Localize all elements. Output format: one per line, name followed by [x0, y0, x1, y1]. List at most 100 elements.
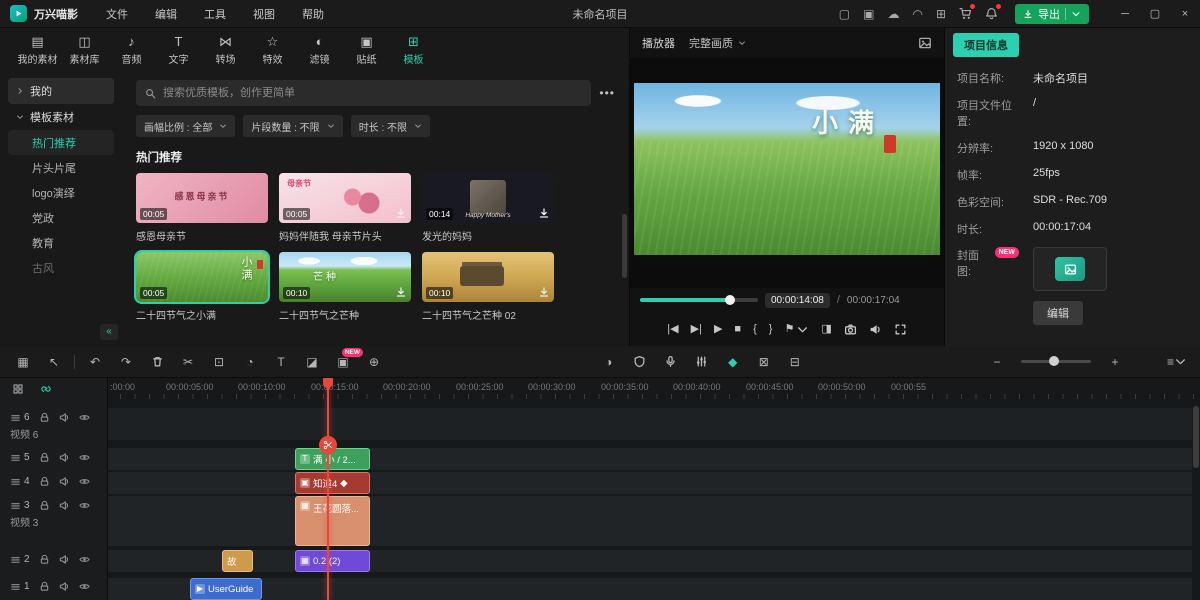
set-cover-button[interactable]	[1055, 257, 1085, 281]
template-thumbnail[interactable]: 芒种 00:10	[279, 252, 411, 302]
notifications-icon[interactable]	[985, 7, 998, 20]
minimize-button[interactable]: ─	[1110, 0, 1140, 28]
delete-icon[interactable]	[146, 351, 168, 373]
eye-icon[interactable]	[79, 500, 90, 511]
marker-button[interactable]: ⚑	[784, 323, 809, 336]
timeline-ruler[interactable]: :00:00 00:00:05:00 00:00:10:00 00:00:15:…	[108, 378, 1200, 400]
cloud-upload-icon[interactable]: ☁	[887, 8, 899, 20]
browser-scrollbar[interactable]	[622, 214, 627, 278]
sticker-icon[interactable]: ▣NEW	[332, 351, 354, 373]
audio-mixer-icon[interactable]	[691, 351, 713, 373]
eye-icon[interactable]	[79, 554, 90, 565]
fullscreen-button[interactable]	[894, 323, 907, 336]
project-info-tab[interactable]: 项目信息	[953, 33, 1019, 57]
playhead[interactable]	[327, 378, 329, 600]
menu-tools[interactable]: 工具	[204, 6, 226, 22]
download-icon[interactable]	[537, 207, 551, 221]
export-caret-icon[interactable]	[1071, 9, 1081, 19]
lock-icon[interactable]	[39, 500, 50, 511]
speaker-icon[interactable]	[59, 581, 70, 592]
search-input[interactable]	[163, 87, 582, 99]
lock-icon[interactable]	[39, 412, 50, 423]
lock-icon[interactable]	[39, 452, 50, 463]
sidebar-item-hot[interactable]: 热门推荐	[8, 130, 114, 155]
layout-panels-icon[interactable]: ▢	[839, 8, 850, 20]
compare-view-button[interactable]: ◨	[821, 324, 831, 335]
eye-icon[interactable]	[79, 476, 90, 487]
lock-icon[interactable]	[39, 554, 50, 565]
support-icon[interactable]: ◠	[912, 8, 922, 20]
split-scissors-icon[interactable]: ✂	[177, 351, 199, 373]
add-text-icon[interactable]: T	[270, 351, 292, 373]
volume-button[interactable]	[869, 323, 882, 336]
save-project-icon[interactable]: ▣	[863, 8, 874, 20]
snap-grid-icon[interactable]	[12, 383, 24, 395]
tab-templates[interactable]: ⊞模板	[390, 35, 437, 66]
sidebar-item-education[interactable]: 教育	[8, 230, 114, 255]
menu-edit[interactable]: 编辑	[155, 6, 177, 22]
link-clips-icon[interactable]	[40, 383, 52, 395]
download-icon[interactable]	[537, 286, 551, 300]
sidebar-group-mine[interactable]: 我的	[8, 78, 114, 104]
template-thumbnail-selected[interactable]: 小满 00:05	[136, 252, 268, 302]
tab-stock-media[interactable]: ◫素材库	[61, 35, 108, 66]
scrollbar-thumb[interactable]	[1193, 406, 1199, 468]
tab-filters[interactable]: ◐滤镜	[296, 35, 343, 66]
eye-icon[interactable]	[79, 452, 90, 463]
clip-count-filter[interactable]: 片段数量 : 不限	[243, 115, 342, 137]
sidebar-group-templates[interactable]: 模板素材	[8, 104, 114, 130]
sidebar-item-party[interactable]: 党政	[8, 205, 114, 230]
eye-icon[interactable]	[79, 581, 90, 592]
preview-window-icon[interactable]	[918, 36, 932, 50]
redo-icon[interactable]: ↷	[115, 351, 137, 373]
zoom-in-icon[interactable]: +	[1104, 351, 1126, 373]
tab-effects[interactable]: ☆特效	[249, 35, 296, 66]
edit-cover-button[interactable]: 编辑	[1033, 301, 1083, 325]
speaker-icon[interactable]	[59, 476, 70, 487]
download-icon[interactable]	[394, 286, 408, 300]
template-thumbnail[interactable]: Happy Mother's 00:14	[422, 173, 554, 223]
download-icon[interactable]	[394, 207, 408, 221]
seek-handle[interactable]	[725, 295, 735, 305]
lock-icon[interactable]	[39, 581, 50, 592]
mask-shield-icon[interactable]	[629, 351, 651, 373]
sidebar-collapse-button[interactable]: «	[100, 324, 118, 340]
mask-icon[interactable]: ◪	[301, 351, 323, 373]
app-logo-icon[interactable]	[10, 5, 27, 22]
timeline-scrollbar[interactable]	[1193, 406, 1199, 594]
media-clip[interactable]: ▦0.2 (2)	[295, 550, 370, 572]
timeline-zoom-slider[interactable]	[1021, 360, 1091, 363]
track-manager-icon[interactable]: ≡	[1166, 351, 1188, 373]
menu-help[interactable]: 帮助	[302, 6, 324, 22]
template-thumbnail[interactable]: 母亲节 00:05	[279, 173, 411, 223]
speaker-icon[interactable]	[59, 412, 70, 423]
sidebar-item-logo[interactable]: logo演绎	[8, 180, 114, 205]
select-tool-icon[interactable]: ↖	[43, 351, 65, 373]
crop-icon[interactable]: ⊡	[208, 351, 230, 373]
prev-frame-button[interactable]: |◀	[667, 324, 678, 335]
voiceover-mic-icon[interactable]	[660, 351, 682, 373]
video-clip[interactable]: ▦王花圆落...	[295, 496, 370, 546]
next-frame-button[interactable]: ▶|	[691, 324, 702, 335]
tab-audio[interactable]: ♪音频	[108, 35, 155, 66]
sidebar-item-intro-outro[interactable]: 片头片尾	[8, 155, 114, 180]
sticker-clip[interactable]: ▣知道4◆	[295, 472, 370, 494]
seek-bar[interactable]	[640, 298, 758, 302]
menu-view[interactable]: 视图	[253, 6, 275, 22]
tab-text[interactable]: T文字	[155, 35, 202, 66]
export-frame-icon[interactable]: ⊟	[784, 351, 806, 373]
stop-button[interactable]: ■	[734, 324, 741, 335]
screen-record-icon[interactable]: ⊠	[753, 351, 775, 373]
tab-stickers[interactable]: ▣贴纸	[343, 35, 390, 66]
play-button[interactable]: ▶	[714, 324, 722, 335]
template-thumbnail[interactable]: 感恩母亲节 00:05	[136, 173, 268, 223]
snapshot-button[interactable]	[844, 323, 857, 336]
speaker-icon[interactable]	[59, 452, 70, 463]
sidebar-item-ancient[interactable]: 古风	[8, 255, 114, 280]
store-cart-icon[interactable]	[959, 7, 972, 20]
video-clip[interactable]: ▶UserGuide	[190, 578, 262, 600]
speaker-icon[interactable]	[59, 500, 70, 511]
quality-dropdown[interactable]: 完整画质	[689, 35, 746, 51]
effects-plugin-icon[interactable]: ⊕	[363, 351, 385, 373]
maximize-button[interactable]: ▢	[1140, 0, 1170, 28]
